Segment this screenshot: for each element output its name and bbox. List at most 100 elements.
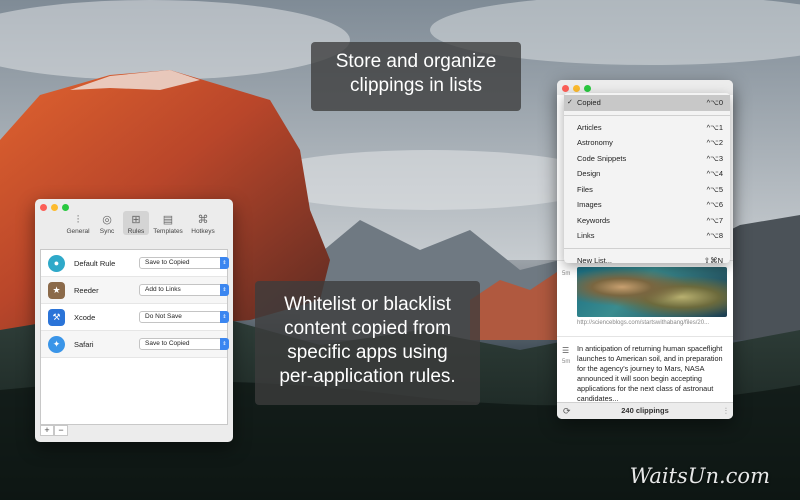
tab-sync-label: Sync [99, 228, 115, 235]
keyboard-icon: ⌘ [197, 214, 209, 226]
default-rule-icon: ● [48, 254, 65, 272]
tab-rules[interactable]: ⊞ Rules [123, 211, 149, 235]
menu-separator [564, 247, 730, 249]
rule-action-select[interactable]: Add to Links ⇕ [139, 284, 229, 296]
checkmark-icon: ✓ [567, 99, 573, 106]
clipping-count: 240 clippings [621, 406, 669, 415]
caption-rules: Whitelist or blacklist content copied fr… [255, 281, 480, 405]
sync-icon[interactable]: ⟳ [563, 403, 571, 419]
minimize-button[interactable] [573, 85, 580, 92]
menu-shortcut: ^⌥1 [706, 122, 723, 132]
add-remove-controls: + − [40, 425, 68, 436]
rule-name: Reeder [74, 285, 99, 295]
window-controls [562, 85, 591, 92]
tab-sync[interactable]: ◎ Sync [94, 211, 120, 235]
menu-item-label: Links [577, 231, 595, 240]
lists-dropdown-menu: ✓ Copied ^⌥0 Articles ^⌥1 Astronomy ^⌥2 … [564, 93, 730, 265]
settings-sliders-icon[interactable]: ⫶ [725, 403, 727, 419]
rules-icon: ⊞ [131, 214, 141, 226]
menu-item-label: Astronomy [577, 138, 613, 147]
clipping-age: 5m [562, 359, 571, 365]
menu-shortcut: ^⌥7 [706, 215, 723, 225]
chevron-updown-icon: ⇕ [220, 338, 229, 350]
caption-store-organize: Store and organize clippings in lists [311, 42, 521, 111]
rules-list: ● Default Rule Save to Copied ⇕ ★ Reeder… [40, 249, 229, 425]
menu-item-keywords[interactable]: Keywords ^⌥7 [564, 213, 730, 229]
tab-general-label: General [66, 228, 90, 235]
menu-item-images[interactable]: Images ^⌥6 [564, 197, 730, 213]
tab-general[interactable]: ⫶ General [65, 211, 91, 235]
menu-item-astronomy[interactable]: Astronomy ^⌥2 [564, 135, 730, 151]
clipping-url: http://scienceblogs.com/startswithabang/… [577, 320, 710, 326]
menu-item-code-snippets[interactable]: Code Snippets ^⌥3 [564, 151, 730, 167]
rule-row-default[interactable]: ● Default Rule Save to Copied ⇕ [41, 250, 229, 277]
menu-item-design[interactable]: Design ^⌥4 [564, 166, 730, 182]
menu-item-label: Keywords [577, 215, 610, 225]
clipping-image-card[interactable]: 5m http://scienceblogs.com/startswithaba… [557, 260, 733, 334]
menu-shortcut: ^⌥8 [706, 231, 723, 240]
clipping-text-card[interactable]: ☰ 5m In anticipation of returning human … [557, 336, 733, 403]
rule-action-value: Save to Copied [145, 340, 190, 347]
menu-item-copied[interactable]: ✓ Copied ^⌥0 [564, 95, 730, 111]
menu-shortcut: ^⌥3 [706, 153, 723, 163]
rule-action-select[interactable]: Save to Copied ⇕ [139, 257, 229, 269]
document-icon: ▤ [162, 214, 174, 226]
remove-rule-button[interactable]: − [54, 425, 68, 436]
rule-action-select[interactable]: Do Not Save ⇕ [139, 311, 229, 323]
watermark: WaitsUn.com [629, 464, 770, 488]
rule-name: Xcode [74, 312, 96, 322]
menu-item-files[interactable]: Files ^⌥5 [564, 182, 730, 198]
text-lines-icon: ☰ [562, 346, 570, 355]
nebula-image [577, 267, 727, 317]
menu-item-label: Design [577, 169, 601, 178]
preferences-window: ⫶ General ◎ Sync ⊞ Rules ▤ Templates ⌘ H… [35, 199, 233, 442]
menu-item-label: New List... [577, 255, 613, 265]
zoom-button[interactable] [62, 204, 69, 211]
menu-item-articles[interactable]: Articles ^⌥1 [564, 120, 730, 136]
add-rule-button[interactable]: + [40, 425, 54, 436]
menu-shortcut: ⇧⌘N [703, 255, 723, 265]
tab-rules-label: Rules [127, 228, 145, 235]
tab-templates[interactable]: ▤ Templates [152, 211, 184, 235]
menu-item-label: Code Snippets [577, 153, 627, 163]
rule-action-select[interactable]: Save to Copied ⇕ [139, 338, 229, 350]
menu-item-label: Copied [577, 98, 601, 107]
menu-shortcut: ^⌥5 [706, 184, 723, 194]
clipping-age: 5m [562, 271, 571, 277]
menu-item-links[interactable]: Links ^⌥8 [564, 228, 730, 244]
chevron-updown-icon: ⇕ [220, 311, 229, 323]
menu-shortcut: ^⌥0 [706, 98, 723, 107]
rule-action-value: Do Not Save [145, 313, 182, 320]
chevron-updown-icon: ⇕ [220, 257, 229, 269]
sliders-icon: ⫶ [76, 214, 80, 226]
menu-item-label: Files [577, 184, 593, 194]
rule-row-xcode[interactable]: ⚒ Xcode Do Not Save ⇕ [41, 304, 229, 331]
menu-item-label: Images [577, 200, 602, 209]
zoom-button[interactable] [584, 85, 591, 92]
xcode-icon: ⚒ [48, 308, 65, 326]
tab-hotkeys[interactable]: ⌘ Hotkeys [187, 211, 219, 235]
rule-row-safari[interactable]: ✦ Safari Save to Copied ⇕ [41, 331, 229, 358]
minimize-button[interactable] [51, 204, 58, 211]
rule-name: Safari [74, 339, 94, 349]
menu-item-label: Articles [577, 122, 602, 132]
rule-row-reeder[interactable]: ★ Reeder Add to Links ⇕ [41, 277, 229, 304]
menu-shortcut: ^⌥4 [706, 169, 723, 178]
clipping-text: In anticipation of returning human space… [577, 344, 723, 403]
menu-shortcut: ^⌥6 [706, 200, 723, 209]
rule-action-value: Add to Links [145, 286, 181, 293]
preferences-toolbar: ⫶ General ◎ Sync ⊞ Rules ▤ Templates ⌘ H… [65, 211, 219, 235]
close-button[interactable] [40, 204, 47, 211]
menu-item-new-list[interactable]: New List... ⇧⌘N [564, 253, 730, 269]
rule-name: Default Rule [74, 258, 116, 268]
eye-icon: ◎ [102, 214, 112, 226]
clippings-footer: ⟳ 240 clippings ⫶ [557, 402, 733, 419]
chevron-updown-icon: ⇕ [220, 284, 229, 296]
reeder-icon: ★ [48, 281, 65, 299]
safari-icon: ✦ [48, 335, 65, 353]
close-button[interactable] [562, 85, 569, 92]
tab-templates-label: Templates [153, 228, 183, 235]
menu-shortcut: ^⌥2 [706, 138, 723, 147]
window-controls [40, 204, 69, 211]
rule-action-value: Save to Copied [145, 259, 190, 266]
